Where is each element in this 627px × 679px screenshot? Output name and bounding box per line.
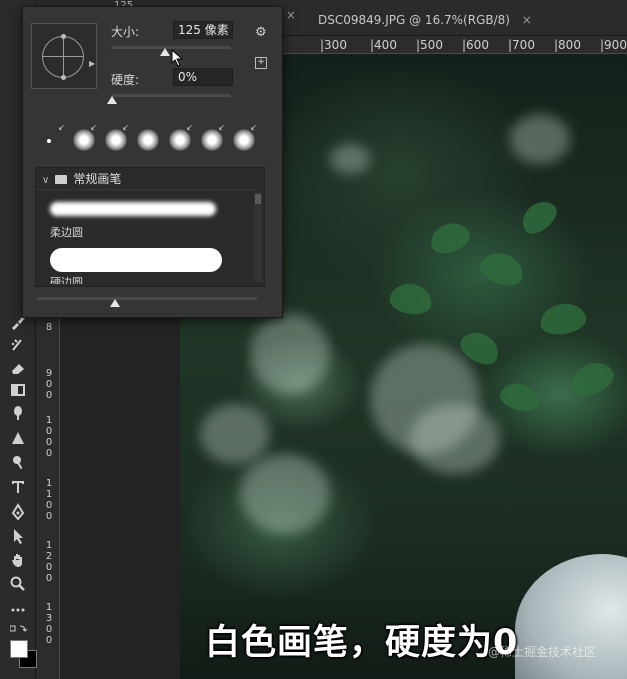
crosshair-line [63,36,64,78]
brush-stroke-preview[interactable] [50,248,222,272]
video-subtitle: 白色画笔，硬度为0 [205,623,519,663]
eraser-icon[interactable] [6,358,30,378]
ruler-tick: |400 [370,38,397,52]
hardness-slider[interactable] [111,94,231,97]
tab-label: DSC09849.JPG @ 16.7%(RGB/8) [318,13,510,27]
recent-brush-tip[interactable]: ↙ [37,123,65,153]
brush-preset-picker: ▶ 大小: 125 像素 ⚙ + 硬度: 0% ↙ ↙ ↙ ↙ ↙ ↙ ∨ 常规画… [22,6,283,318]
swap-colors-icon[interactable] [9,624,28,637]
ruler-tick: 1200 [45,540,53,584]
ruler-tick: |800 [554,38,581,52]
watermark: @稀土掘金技术社区 [488,645,597,659]
zoom-tool-icon[interactable] [6,574,30,594]
bokeh-spot [240,454,330,534]
size-slider-thumb[interactable] [160,48,170,56]
brush-group-name: 常规画笔 [73,172,122,186]
mouse-cursor-icon [171,49,184,67]
rock [515,554,627,679]
close-icon[interactable]: × [286,8,296,22]
bokeh-spot [410,404,500,474]
list-scrollbar[interactable] [254,192,262,282]
brush-preset-name[interactable]: 柔边圆 [50,224,83,240]
hardness-field[interactable]: 0% [173,68,233,86]
recent-brush-tip[interactable]: ↙ [165,123,193,153]
sharpen-tool-icon[interactable] [6,428,30,448]
bokeh-spot [510,114,570,164]
leaf [387,280,435,318]
ruler-tick: 1300 [45,602,53,646]
chevron-down-icon[interactable]: ∨ [42,175,49,186]
hardness-label: 硬度: [111,73,140,87]
leaf [497,379,543,415]
leaf [476,247,528,291]
hardness-slider-thumb[interactable] [107,96,117,104]
size-label: 大小: [111,25,140,39]
type-tool-icon[interactable] [6,477,30,497]
bokeh-spot [250,314,330,394]
roundness-handle[interactable] [61,34,66,39]
leaf [565,356,619,402]
ruler-tick: |700 [508,38,535,52]
expand-arrow-icon[interactable]: ▶ [89,59,95,68]
brush-tip-preview[interactable] [31,23,97,89]
path-selection-icon[interactable] [6,526,30,546]
pen-tool-icon[interactable] [6,502,30,522]
bokeh-spot [330,144,370,174]
leaf [516,194,562,240]
brush-group-header[interactable]: ∨ 常规画笔 [36,168,256,190]
preview-size-slider[interactable] [37,297,257,300]
preview-size-thumb[interactable] [110,299,120,307]
size-field[interactable]: 125 像素 [173,21,233,39]
folder-icon [55,175,68,184]
ruler-tick: 1100 [45,478,53,522]
recent-brush-tip[interactable]: ↙ [229,123,257,153]
recent-brush-tip[interactable]: ↙ [197,123,225,153]
bokeh-spot [200,404,270,464]
ruler-tick: |500 [416,38,443,52]
new-preset-icon[interactable]: + [255,57,267,69]
tab-document[interactable]: DSC09849.JPG @ 16.7%(RGB/8) × [318,13,532,31]
recent-brush-tip[interactable] [133,125,161,153]
recent-brush-tip[interactable]: ↙ [69,123,97,153]
more-tools-icon[interactable] [6,600,30,620]
gear-icon[interactable]: ⚙ [255,25,267,40]
ruler-tick: |300 [320,38,347,52]
ruler-tick: 1000 [45,415,53,459]
ruler-tick: |900 [600,38,627,52]
recent-brushes: ↙ ↙ ↙ ↙ ↙ ↙ [37,123,273,155]
history-brush-icon[interactable] [6,335,30,355]
ruler-tick: |600 [462,38,489,52]
leaf [426,218,474,258]
ruler-horizontal: |300 |400 |500 |600 |700 |800 |900 [278,36,627,54]
ruler-tick: 900 [45,368,53,401]
leaf [537,300,589,338]
foreground-color-swatch[interactable] [10,640,28,658]
hand-tool-icon[interactable] [6,550,30,570]
dodge-tool-icon[interactable] [6,452,30,472]
blur-tool-icon[interactable] [6,403,30,423]
brush-preset-name[interactable]: 硬边圆 [50,274,83,284]
gradient-tool-icon[interactable] [6,380,30,400]
ruler-tick: 8 [45,322,53,333]
brush-preset-list: ∨ 常规画笔 柔边圆 硬边圆 [35,167,265,287]
close-icon[interactable]: × [522,13,532,27]
ruler-vertical: 8 900 1000 1100 1200 1300 [36,300,60,679]
recent-brush-tip[interactable]: ↙ [101,123,129,153]
brush-stroke-preview[interactable] [50,202,216,216]
roundness-handle[interactable] [61,75,66,80]
